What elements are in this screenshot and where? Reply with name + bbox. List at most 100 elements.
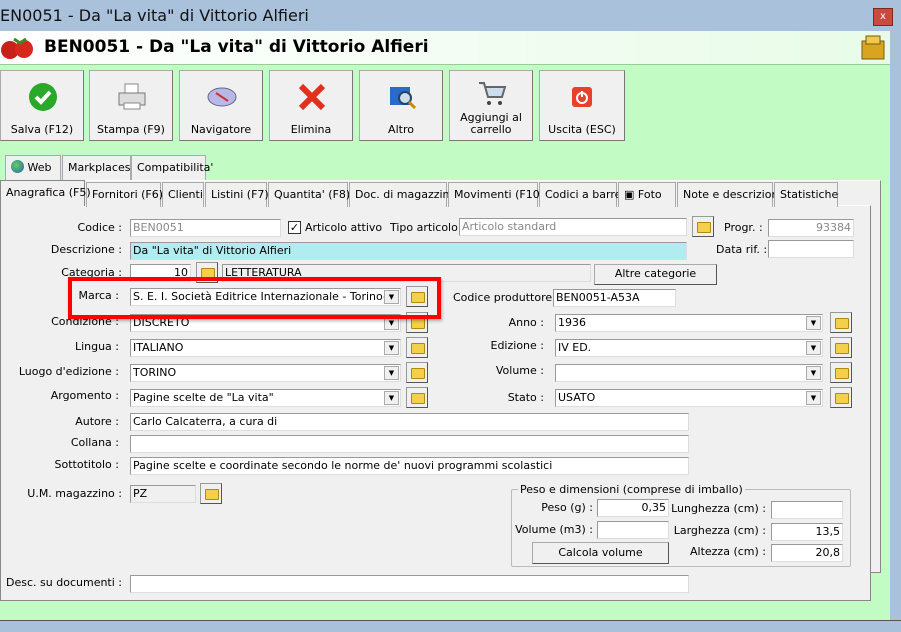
close-button[interactable]: x	[873, 8, 893, 26]
descrizione-label: Descrizione :	[50, 243, 122, 256]
altre-categorie-button[interactable]: Altre categorie	[594, 264, 717, 285]
argomento-folder-button[interactable]	[406, 387, 428, 408]
argomento-combo[interactable]: Pagine scelte de "La vita" ▼	[130, 389, 401, 407]
chevron-down-icon[interactable]: ▼	[806, 316, 821, 330]
save-button[interactable]: Salva (F12)	[0, 70, 84, 141]
tab-listini[interactable]: Listini (F7)	[205, 182, 269, 207]
delete-button[interactable]: Elimina	[269, 70, 353, 141]
attivo-label: Articolo attivo	[305, 221, 383, 234]
codprod-label: Codice produttore :	[453, 291, 560, 304]
luogo-combo[interactable]: TORINO ▼	[130, 364, 401, 382]
peso-input[interactable]: 0,35	[597, 499, 669, 517]
tab-codici-barre[interactable]: Codici a barre	[539, 182, 621, 207]
tab-fornitori[interactable]: Fornitori (F6)	[86, 182, 163, 207]
cart-icon	[479, 82, 507, 105]
edizione-combo[interactable]: IV ED. ▼	[555, 339, 823, 357]
check-icon	[29, 83, 57, 111]
chevron-down-icon[interactable]: ▼	[806, 366, 821, 380]
stato-folder-button[interactable]	[830, 387, 852, 408]
volume-m3-label: Volume (m3) :	[515, 523, 593, 536]
lingua-combo[interactable]: ITALIANO ▼	[130, 339, 401, 357]
codprod-input[interactable]: BEN0051-A53A	[553, 289, 676, 307]
exit-button[interactable]: Uscita (ESC)	[539, 70, 625, 141]
chevron-down-icon[interactable]: ▼	[384, 391, 399, 405]
anno-combo[interactable]: 1936 ▼	[555, 314, 823, 332]
add-to-cart-button[interactable]: Aggiungi al carrello	[449, 70, 533, 141]
tab-doc-magazzino[interactable]: Doc. di magazzino	[349, 182, 456, 207]
chevron-down-icon[interactable]: ▼	[806, 391, 821, 405]
printer-icon	[118, 83, 146, 110]
more-button[interactable]: Altro	[359, 70, 443, 141]
um-input[interactable]: PZ	[130, 485, 196, 503]
altezza-input[interactable]: 20,8	[771, 544, 843, 562]
sottotitolo-input[interactable]: Pagine scelte e coordinate secondo le no…	[130, 457, 689, 475]
tab-note[interactable]: Note e descrizioni	[677, 182, 782, 207]
sottotitolo-label: Sottotitolo :	[54, 458, 119, 471]
tab-quantita[interactable]: Quantita' (F8)	[268, 182, 350, 207]
collana-input[interactable]	[130, 435, 689, 453]
codice-input[interactable]: BEN0051	[130, 219, 281, 237]
datarif-input[interactable]	[768, 240, 854, 258]
chevron-down-icon[interactable]: ▼	[384, 366, 399, 380]
stato-combo[interactable]: USATO ▼	[555, 389, 823, 407]
tipo-folder-button[interactable]	[692, 216, 714, 237]
tipo-input[interactable]: Articolo standard	[459, 218, 687, 236]
edizione-label: Edizione :	[490, 339, 545, 352]
edizione-folder-button[interactable]	[830, 337, 852, 358]
volume-combo[interactable]: ▼	[555, 364, 823, 382]
chevron-down-icon[interactable]: ▼	[806, 341, 821, 355]
compass-icon	[207, 87, 237, 107]
tab-web[interactable]: Web	[5, 155, 61, 180]
chevron-down-icon[interactable]: ▼	[384, 341, 399, 355]
peso-label: Peso (g) :	[541, 501, 593, 514]
larghezza-input[interactable]: 13,5	[771, 523, 843, 541]
datarif-label: Data rif. :	[716, 243, 768, 256]
tipo-label: Tipo articolo :	[390, 221, 466, 234]
globe-icon	[11, 160, 24, 173]
title-bar: EN0051 - Da "La vita" di Vittorio Alfier…	[0, 0, 901, 31]
highlight-box	[68, 277, 441, 319]
lingua-label: Lingua :	[74, 340, 119, 353]
delete-x-icon	[298, 83, 326, 111]
tab-anagrafica[interactable]: Anagrafica (F5)	[0, 180, 91, 206]
luogo-folder-button[interactable]	[406, 362, 428, 383]
tab-compatibilita[interactable]: Compatibilita'	[131, 155, 213, 180]
desc-doc-label: Desc. su documenti :	[6, 576, 122, 589]
lunghezza-input[interactable]	[771, 501, 843, 519]
luogo-label: Luogo d'edizione :	[18, 365, 119, 378]
calcola-volume-button[interactable]: Calcola volume	[532, 542, 669, 564]
anno-label: Anno :	[508, 316, 544, 329]
volume-label: Volume :	[495, 364, 544, 377]
progr-label: Progr. :	[724, 221, 763, 234]
desc-doc-input[interactable]	[130, 575, 689, 593]
autore-input[interactable]: Carlo Calcaterra, a cura di	[130, 413, 689, 431]
anno-folder-button[interactable]	[830, 312, 852, 333]
um-label: U.M. magazzino :	[27, 487, 122, 500]
tab-clienti[interactable]: Clienti	[162, 182, 204, 207]
header: BEN0051 - Da "La vita" di Vittorio Alfie…	[0, 31, 890, 65]
tab-movimenti[interactable]: Movimenti (F10)	[448, 182, 544, 207]
tab-statistiche[interactable]: Statistiche	[774, 182, 838, 207]
tab-foto[interactable]: ▣ Foto	[618, 182, 676, 207]
page-title: BEN0051 - Da "La vita" di Vittorio Alfie…	[44, 37, 429, 57]
window-title: EN0051 - Da "La vita" di Vittorio Alfier…	[0, 6, 309, 25]
descrizione-input[interactable]: Da "La vita" di Vittorio Alfieri	[130, 242, 687, 260]
stato-label: Stato :	[507, 391, 544, 404]
progr-input[interactable]: 93384	[768, 219, 854, 237]
larghezza-label: Larghezza (cm) :	[673, 524, 766, 537]
camera-icon: ▣	[624, 188, 635, 201]
power-icon	[572, 87, 592, 107]
collana-label: Collana :	[70, 436, 119, 449]
strawberry-icon	[1, 37, 33, 59]
volume-folder-button[interactable]	[830, 362, 852, 383]
lingua-folder-button[interactable]	[406, 337, 428, 358]
codice-label: Codice :	[77, 221, 122, 234]
tab-markplaces[interactable]: Markplaces	[62, 155, 131, 180]
navigator-button[interactable]: Navigatore	[179, 70, 263, 141]
argomento-label: Argomento :	[50, 389, 119, 402]
print-button[interactable]: Stampa (F9)	[89, 70, 173, 141]
peso-group-title: Peso e dimensioni (comprese di imballo)	[518, 481, 745, 498]
attivo-checkbox[interactable]: ✓	[288, 221, 301, 234]
volume-m3-input[interactable]	[597, 521, 669, 539]
um-folder-button[interactable]	[200, 483, 222, 504]
